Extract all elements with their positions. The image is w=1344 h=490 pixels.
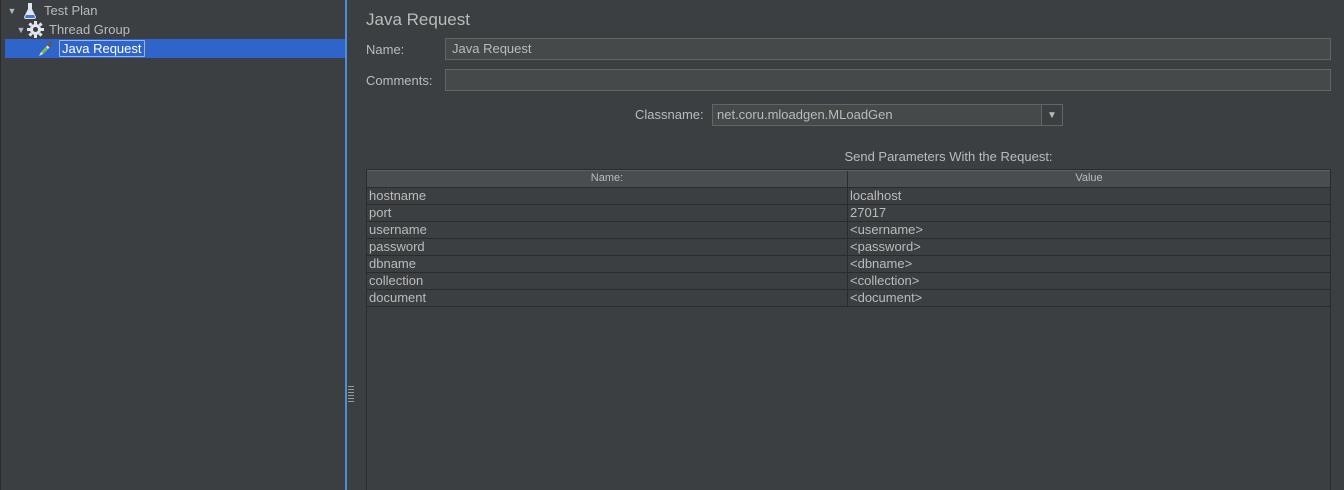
param-name-cell[interactable]: document [367, 290, 848, 306]
classname-select[interactable]: net.coru.mloadgen.MLoadGen ▼ [712, 104, 1063, 126]
tree-item-test-plan[interactable]: ▼ Test Plan [7, 1, 99, 20]
table-row[interactable]: document <document> [367, 290, 1330, 307]
param-name-cell[interactable]: password [367, 239, 848, 255]
param-value-cell[interactable]: <username> [848, 222, 1330, 238]
param-name-cell[interactable]: username [367, 222, 848, 238]
param-name-cell[interactable]: collection [367, 273, 848, 289]
classname-label: Classname: [635, 107, 704, 122]
table-row[interactable]: username <username> [367, 222, 1330, 239]
gear-icon [26, 21, 44, 39]
flask-icon [21, 2, 39, 20]
name-label: Name: [366, 42, 405, 57]
expand-arrow-icon[interactable]: ▼ [16, 20, 26, 39]
expand-arrow-icon[interactable]: ▼ [7, 1, 17, 20]
comments-field[interactable] [445, 69, 1331, 91]
param-name-cell[interactable]: hostname [367, 188, 848, 204]
params-caption: Send Parameters With the Request: [844, 149, 1053, 164]
tree-item-java-request[interactable]: Java Request [5, 39, 346, 58]
comments-label: Comments: [366, 73, 433, 88]
classname-value: net.coru.mloadgen.MLoadGen [713, 105, 1041, 125]
tree-item-label: Test Plan [44, 3, 98, 18]
split-pane-divider[interactable] [345, 0, 347, 490]
param-value-cell[interactable]: <password> [848, 239, 1330, 255]
param-value-cell[interactable]: 27017 [848, 205, 1330, 221]
table-row[interactable]: dbname <dbname> [367, 256, 1330, 273]
chevron-down-icon[interactable]: ▼ [1041, 105, 1062, 125]
param-name-cell[interactable]: port [367, 205, 848, 221]
table-row[interactable]: port 27017 [367, 205, 1330, 222]
tree-item-label: Java Request [59, 40, 145, 57]
pipette-icon [36, 40, 56, 58]
param-value-cell[interactable]: <collection> [848, 273, 1330, 289]
param-name-cell[interactable]: dbname [367, 256, 848, 272]
divider-grip-icon[interactable] [348, 386, 354, 402]
panel-title: Java Request [366, 10, 470, 29]
table-header: Name: Value [367, 170, 1330, 188]
param-value-cell[interactable]: localhost [848, 188, 1330, 204]
table-row[interactable]: hostname localhost [367, 188, 1330, 205]
java-request-panel: Java Request Name: Java Request Comments… [356, 0, 1344, 490]
jmeter-window: ▼ Test Plan ▼ Thread Group Java Request … [0, 0, 1344, 490]
name-field[interactable]: Java Request [445, 38, 1331, 60]
tree-item-thread-group[interactable]: ▼ Thread Group [16, 20, 132, 39]
tree-item-label: Thread Group [49, 22, 130, 37]
table-row[interactable]: password <password> [367, 239, 1330, 256]
table-row[interactable]: collection <collection> [367, 273, 1330, 290]
test-plan-tree: ▼ Test Plan ▼ Thread Group Java Request [0, 0, 346, 490]
column-header-name[interactable]: Name: [367, 171, 848, 187]
parameters-table: Name: Value hostname localhost port 2701… [366, 169, 1331, 490]
column-header-value[interactable]: Value [848, 171, 1330, 187]
param-value-cell[interactable]: <document> [848, 290, 1330, 306]
param-value-cell[interactable]: <dbname> [848, 256, 1330, 272]
